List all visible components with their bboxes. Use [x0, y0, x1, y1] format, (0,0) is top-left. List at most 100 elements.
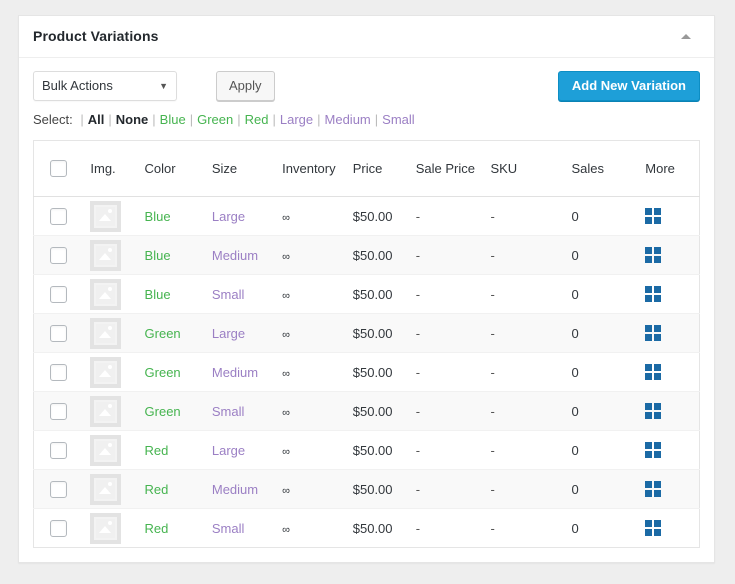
add-new-variation-button[interactable]: Add New Variation: [558, 71, 700, 101]
cell-more: [635, 392, 699, 431]
sale-price-value: -: [416, 521, 420, 536]
row-checkbox[interactable]: [50, 247, 67, 264]
image-placeholder-icon[interactable]: [90, 435, 121, 466]
cell-price: $50.00: [348, 431, 410, 470]
variation-size-link[interactable]: Medium: [212, 482, 258, 497]
row-checkbox[interactable]: [50, 286, 67, 303]
grid-four-squares-icon[interactable]: [645, 325, 661, 341]
select-link-small[interactable]: Small: [382, 112, 415, 127]
variation-size-link[interactable]: Small: [212, 287, 245, 302]
cell-color: Green: [143, 353, 210, 392]
row-select-cell: [34, 275, 79, 314]
variation-color-link[interactable]: Green: [145, 404, 181, 419]
variation-color-link[interactable]: Red: [145, 521, 169, 536]
image-placeholder-icon[interactable]: [90, 201, 121, 232]
image-placeholder-icon[interactable]: [90, 279, 121, 310]
image-placeholder-icon[interactable]: [90, 513, 121, 544]
variation-size-link[interactable]: Large: [212, 209, 245, 224]
cell-sku: -: [482, 431, 560, 470]
row-checkbox[interactable]: [50, 325, 67, 342]
sku-value: -: [490, 443, 494, 458]
row-thumbnail-cell: [78, 509, 142, 548]
row-thumbnail-cell: [78, 236, 142, 275]
sku-value: -: [490, 287, 494, 302]
grid-four-squares-icon[interactable]: [645, 481, 661, 497]
variation-color-link[interactable]: Green: [145, 365, 181, 380]
variation-size-link[interactable]: Small: [212, 404, 245, 419]
grid-four-squares-icon[interactable]: [645, 520, 661, 536]
sale-price-value: -: [416, 248, 420, 263]
cell-sku: -: [482, 314, 560, 353]
row-checkbox[interactable]: [50, 403, 67, 420]
variation-size-link[interactable]: Large: [212, 443, 245, 458]
select-link-large[interactable]: Large: [280, 112, 313, 127]
select-link-blue[interactable]: Blue: [160, 112, 186, 127]
select-link-none[interactable]: None: [116, 112, 149, 127]
cell-price: $50.00: [348, 392, 410, 431]
grid-four-squares-icon[interactable]: [645, 247, 661, 263]
variation-color-link[interactable]: Red: [145, 443, 169, 458]
variation-color-link[interactable]: Blue: [145, 209, 171, 224]
row-checkbox[interactable]: [50, 442, 67, 459]
select-link-all[interactable]: All: [88, 112, 105, 127]
sale-price-value: -: [416, 287, 420, 302]
table-row: BlueLarge∞$50.00--0: [34, 197, 700, 236]
separator: |: [80, 112, 83, 127]
cell-inventory: ∞: [276, 197, 348, 236]
cell-size: Medium: [210, 236, 276, 275]
image-placeholder-icon[interactable]: [90, 240, 121, 271]
select-link-red[interactable]: Red: [245, 112, 269, 127]
select-all-checkbox[interactable]: [50, 160, 67, 177]
column-header-sales: Sales: [560, 141, 635, 197]
table-row: RedLarge∞$50.00--0: [34, 431, 700, 470]
cell-sales: 0: [560, 314, 635, 353]
cell-color: Red: [143, 431, 210, 470]
image-placeholder-icon[interactable]: [90, 396, 121, 427]
bulk-actions-select[interactable]: Bulk Actions ▼: [33, 71, 177, 101]
grid-four-squares-icon[interactable]: [645, 364, 661, 380]
row-checkbox[interactable]: [50, 208, 67, 225]
variation-size-link[interactable]: Medium: [212, 365, 258, 380]
separator: |: [375, 112, 378, 127]
row-thumbnail-cell: [78, 197, 142, 236]
cell-size: Large: [210, 431, 276, 470]
table-row: RedSmall∞$50.00--0: [34, 509, 700, 548]
cell-more: [635, 509, 699, 548]
cell-price: $50.00: [348, 353, 410, 392]
variation-size-link[interactable]: Large: [212, 326, 245, 341]
inventory-value: ∞: [282, 524, 290, 536]
variation-color-link[interactable]: Blue: [145, 248, 171, 263]
variation-color-link[interactable]: Red: [145, 482, 169, 497]
row-checkbox[interactable]: [50, 520, 67, 537]
separator: |: [190, 112, 193, 127]
image-placeholder-icon[interactable]: [90, 318, 121, 349]
cell-sales: 0: [560, 392, 635, 431]
sale-price-value: -: [416, 404, 420, 419]
select-link-green[interactable]: Green: [197, 112, 233, 127]
cell-more: [635, 431, 699, 470]
grid-four-squares-icon[interactable]: [645, 286, 661, 302]
grid-four-squares-icon[interactable]: [645, 442, 661, 458]
variation-size-link[interactable]: Small: [212, 521, 245, 536]
variation-size-link[interactable]: Medium: [212, 248, 258, 263]
variation-color-link[interactable]: Green: [145, 326, 181, 341]
grid-four-squares-icon[interactable]: [645, 208, 661, 224]
panel-collapse-toggle[interactable]: [668, 16, 704, 57]
chevron-down-icon: ▼: [159, 72, 168, 100]
sale-price-value: -: [416, 326, 420, 341]
sku-value: -: [490, 404, 494, 419]
image-placeholder-icon[interactable]: [90, 474, 121, 505]
row-checkbox[interactable]: [50, 481, 67, 498]
image-placeholder-icon[interactable]: [90, 357, 121, 388]
select-shortcut-links: Select: |All|None|Blue|Green|Red|Large|M…: [33, 112, 700, 128]
cell-more: [635, 236, 699, 275]
row-checkbox[interactable]: [50, 364, 67, 381]
bulk-actions-selected-value: Bulk Actions: [42, 78, 113, 93]
sku-value: -: [490, 326, 494, 341]
cell-price: $50.00: [348, 470, 410, 509]
apply-button[interactable]: Apply: [216, 71, 275, 101]
select-link-medium[interactable]: Medium: [325, 112, 371, 127]
variation-color-link[interactable]: Blue: [145, 287, 171, 302]
grid-four-squares-icon[interactable]: [645, 403, 661, 419]
row-select-cell: [34, 197, 79, 236]
